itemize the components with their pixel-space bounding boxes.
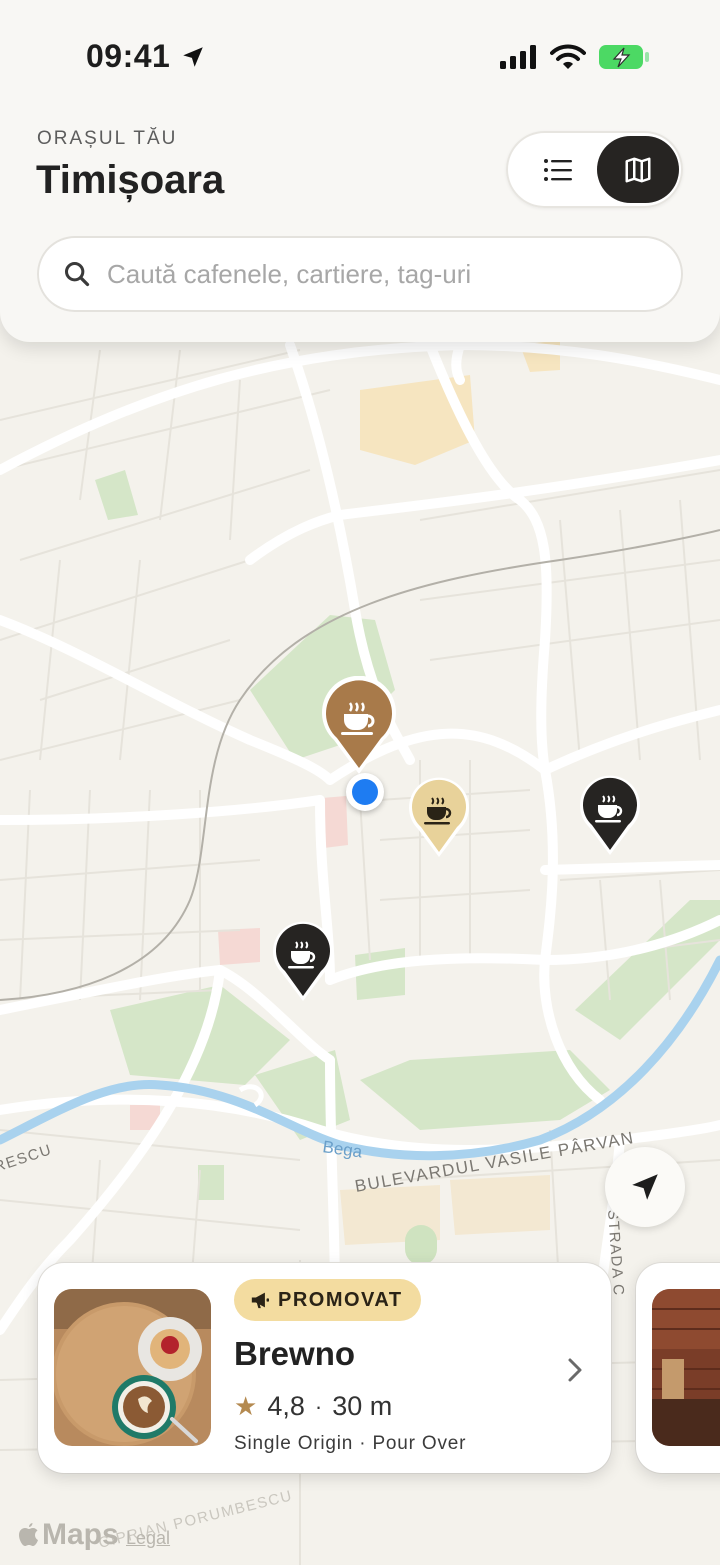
cafe-card-brewno[interactable]: PROMOVAT Brewno ★ 4,8 · 30 m Single Orig… bbox=[38, 1263, 611, 1473]
promoted-badge-label: PROMOVAT bbox=[278, 1288, 403, 1311]
maps-logo-text: Maps bbox=[42, 1518, 119, 1551]
location-arrow-icon bbox=[632, 1174, 658, 1200]
maps-legal-link[interactable]: Legal bbox=[126, 1528, 170, 1549]
cafe-pin-dark-southwest[interactable] bbox=[271, 921, 335, 1008]
wifi-icon bbox=[550, 44, 586, 69]
search-input[interactable] bbox=[107, 244, 667, 304]
city-title[interactable]: Timișoara bbox=[36, 158, 224, 203]
status-icons bbox=[500, 44, 650, 70]
view-toggle bbox=[506, 131, 683, 208]
map-icon bbox=[625, 157, 651, 182]
cafe-card-next[interactable] bbox=[636, 1263, 720, 1473]
battery-charging-icon bbox=[599, 45, 649, 69]
status-time: 09:41 bbox=[86, 38, 171, 74]
distance-value: 30 m bbox=[332, 1391, 393, 1421]
apple-logo-icon bbox=[19, 1523, 38, 1546]
cafe-pin-dark-east[interactable] bbox=[578, 775, 642, 862]
map-view-button[interactable] bbox=[597, 136, 679, 203]
megaphone-icon bbox=[251, 1292, 269, 1309]
cafe-pin-brown[interactable] bbox=[320, 675, 398, 781]
chevron-right-icon[interactable] bbox=[565, 1355, 585, 1385]
cafe-photo-next bbox=[652, 1289, 720, 1446]
city-eyebrow: ORAȘUL TĂU bbox=[37, 128, 178, 149]
search-icon bbox=[64, 261, 90, 287]
rating-row: ★ 4,8 · 30 m bbox=[234, 1391, 392, 1422]
cafe-photo bbox=[54, 1289, 211, 1446]
cafe-name: Brewno bbox=[234, 1335, 356, 1372]
locate-me-button[interactable] bbox=[605, 1147, 685, 1227]
promoted-badge: PROMOVAT bbox=[234, 1279, 421, 1321]
cafe-tags: Single Origin · Pour Over bbox=[234, 1433, 467, 1454]
rating-value: 4,8 bbox=[267, 1391, 305, 1421]
location-services-icon bbox=[183, 47, 203, 67]
cafe-pin-gold[interactable] bbox=[407, 777, 471, 864]
star-icon: ★ bbox=[234, 1391, 258, 1421]
list-view-button[interactable] bbox=[516, 137, 600, 202]
header-panel: 09:41 ORAȘUL TĂU Timișoara bbox=[0, 0, 720, 342]
search-bar[interactable] bbox=[37, 236, 683, 312]
list-icon bbox=[544, 158, 572, 181]
maps-attribution: Maps bbox=[18, 1518, 119, 1552]
rating-separator: · bbox=[314, 1393, 323, 1419]
cellular-signal-icon bbox=[500, 45, 536, 69]
